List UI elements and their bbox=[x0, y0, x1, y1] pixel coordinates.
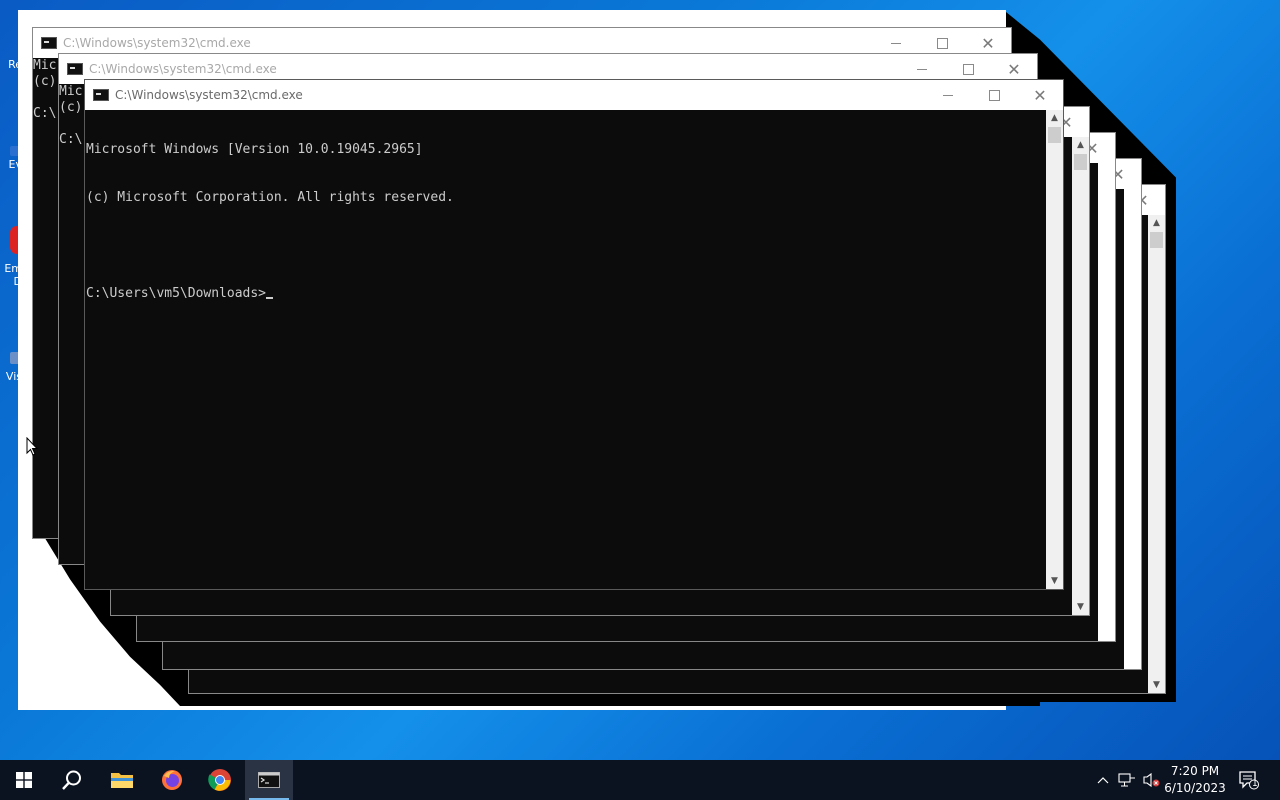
text-cursor bbox=[266, 297, 274, 299]
console-prompt: C:\Users\vm5\Downloads> bbox=[86, 286, 267, 301]
window-title: C:\Windows\system32\cmd.exe bbox=[63, 36, 251, 50]
action-center-button[interactable]: 1 bbox=[1234, 760, 1264, 800]
windows-logo-icon bbox=[16, 772, 32, 788]
close-icon: ✕ bbox=[1007, 59, 1021, 79]
command-prompt-button[interactable] bbox=[245, 760, 293, 800]
folder-icon bbox=[111, 773, 133, 788]
vertical-scrollbar[interactable]: ▲ ▼ bbox=[1046, 110, 1063, 589]
maximize-icon bbox=[936, 37, 948, 49]
scroll-down-icon[interactable]: ▼ bbox=[1046, 573, 1063, 589]
vertical-scrollbar[interactable]: ▲ ▼ bbox=[1072, 137, 1089, 615]
close-icon: ✕ bbox=[981, 33, 995, 53]
console-line: (c) Microsoft Corporation. All rights re… bbox=[86, 190, 454, 205]
cmd-icon bbox=[93, 89, 109, 101]
search-icon bbox=[62, 770, 81, 790]
vertical-scrollbar[interactable]: ▲ ▼ bbox=[1148, 215, 1165, 693]
maximize-icon bbox=[988, 89, 1000, 101]
minimize-icon bbox=[917, 68, 927, 70]
minimize-button[interactable] bbox=[925, 80, 971, 110]
taskbar-clock[interactable]: 7:20 PM 6/10/2023 bbox=[1160, 763, 1230, 797]
chrome-icon bbox=[208, 769, 231, 791]
scroll-thumb[interactable] bbox=[1150, 232, 1163, 248]
scroll-thumb[interactable] bbox=[1074, 154, 1087, 170]
firefox-button[interactable] bbox=[148, 760, 196, 800]
cmd-icon bbox=[67, 63, 83, 75]
console-output[interactable]: Microsoft Windows [Version 10.0.19045.29… bbox=[85, 110, 1046, 589]
notification-count: 1 bbox=[1252, 779, 1258, 789]
close-icon: ✕ bbox=[1033, 85, 1047, 105]
title-bar[interactable]: C:\Windows\system32\cmd.exe bbox=[85, 80, 1063, 110]
scroll-up-icon[interactable]: ▲ bbox=[1148, 215, 1165, 231]
maximize-button[interactable] bbox=[971, 80, 1017, 110]
volume-button[interactable] bbox=[1140, 760, 1162, 800]
maximize-icon bbox=[962, 63, 974, 75]
scroll-down-icon[interactable]: ▼ bbox=[1072, 599, 1089, 615]
console-prompt-line: C:\Users\vm5\Downloads> bbox=[86, 286, 1046, 302]
speaker-muted-icon bbox=[1143, 772, 1160, 788]
scroll-up-icon[interactable]: ▲ bbox=[1072, 137, 1089, 153]
show-hidden-icons-button[interactable] bbox=[1094, 760, 1112, 800]
window-title: C:\Windows\system32\cmd.exe bbox=[89, 62, 277, 76]
mouse-pointer-icon bbox=[26, 437, 38, 456]
scroll-up-icon[interactable]: ▲ bbox=[1046, 110, 1063, 126]
close-button[interactable]: ✕ bbox=[1017, 80, 1063, 110]
terminal-icon bbox=[258, 772, 280, 788]
scroll-thumb[interactable] bbox=[1048, 127, 1061, 143]
desktop: Re Ev Em D Vis ✕ ▲ ▼ ✕ ✕ ✕ ▲ bbox=[0, 0, 1280, 760]
clock-date: 6/10/2023 bbox=[1164, 781, 1226, 795]
network-button[interactable] bbox=[1116, 760, 1138, 800]
minimize-icon bbox=[943, 94, 953, 96]
chrome-button[interactable] bbox=[196, 760, 244, 800]
search-button[interactable] bbox=[48, 760, 96, 800]
taskbar: 7:20 PM 6/10/2023 1 bbox=[0, 760, 1280, 800]
firefox-icon bbox=[162, 770, 182, 790]
cmd-window-active[interactable]: C:\Windows\system32\cmd.exe ✕ Microsoft … bbox=[84, 79, 1064, 590]
chevron-up-icon bbox=[1097, 777, 1109, 784]
cmd-icon bbox=[41, 37, 57, 49]
window-title: C:\Windows\system32\cmd.exe bbox=[115, 88, 303, 102]
start-button[interactable] bbox=[0, 760, 48, 800]
minimize-icon bbox=[891, 42, 901, 44]
file-explorer-button[interactable] bbox=[98, 760, 146, 800]
clock-time: 7:20 PM bbox=[1170, 764, 1220, 778]
scroll-down-icon[interactable]: ▼ bbox=[1148, 677, 1165, 693]
network-icon bbox=[1118, 773, 1135, 787]
console-line: Microsoft Windows [Version 10.0.19045.29… bbox=[86, 142, 423, 157]
